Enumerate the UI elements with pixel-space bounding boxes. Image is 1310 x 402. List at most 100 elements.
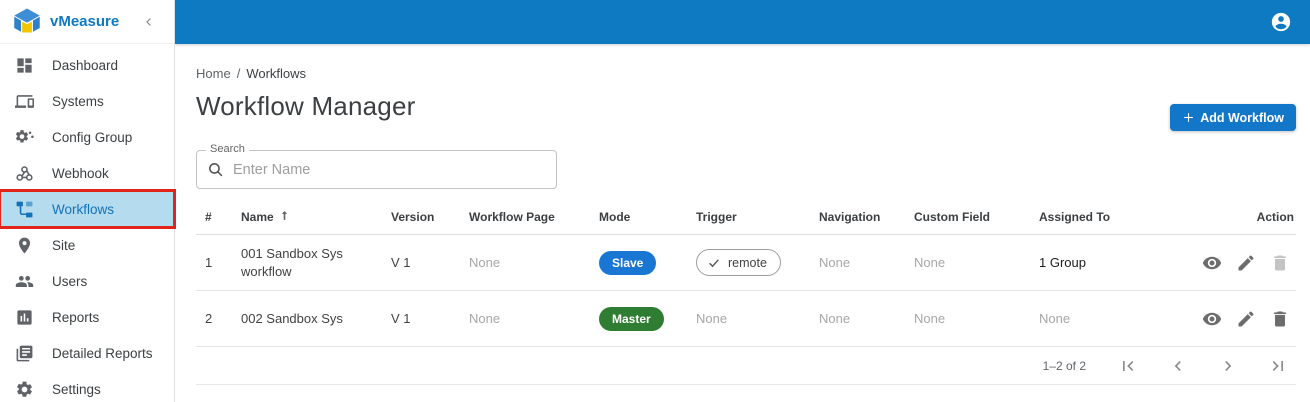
column-header-assigned-to[interactable]: Assigned To bbox=[1039, 210, 1196, 224]
sidebar-collapse-button[interactable] bbox=[142, 15, 164, 29]
sort-ascending-icon bbox=[281, 210, 287, 220]
workflow-page-cell: None bbox=[469, 311, 501, 326]
column-header--[interactable]: # bbox=[196, 210, 241, 224]
workflows-icon bbox=[15, 200, 34, 219]
row-number-cell: 1 bbox=[205, 255, 213, 270]
version-cell: V 1 bbox=[391, 255, 411, 270]
column-header-label: Trigger bbox=[696, 209, 737, 224]
sidebar-item-site[interactable]: Site bbox=[0, 227, 174, 263]
systems-icon bbox=[15, 92, 34, 111]
custom-field-cell: None bbox=[914, 255, 946, 270]
column-header-name[interactable]: Name bbox=[241, 209, 391, 225]
main-area: Home / Workflows Workflow Manager Add Wo… bbox=[175, 0, 1310, 402]
sidebar-item-users[interactable]: Users bbox=[0, 263, 174, 299]
sidebar-item-detailed-reports[interactable]: Detailed Reports bbox=[0, 335, 174, 371]
assigned-to-cell: 1 Group bbox=[1039, 255, 1086, 270]
sidebar-item-reports[interactable]: Reports bbox=[0, 299, 174, 335]
first-page-button[interactable] bbox=[1116, 354, 1140, 378]
custom-field-cell: None bbox=[914, 311, 946, 326]
sidebar-item-label: Dashboard bbox=[52, 57, 119, 73]
search-icon bbox=[207, 161, 224, 178]
sidebar-item-webhook[interactable]: Webhook bbox=[0, 155, 174, 191]
breadcrumb-home[interactable]: Home bbox=[196, 66, 231, 81]
sidebar-item-systems[interactable]: Systems bbox=[0, 83, 174, 119]
trigger-chip[interactable]: remote bbox=[696, 249, 781, 276]
column-header-label: Mode bbox=[599, 209, 631, 224]
account-circle-icon bbox=[1271, 12, 1291, 32]
chevron-right-icon bbox=[1225, 360, 1232, 371]
column-header-version[interactable]: Version bbox=[391, 210, 469, 224]
first-page-icon bbox=[1123, 360, 1134, 371]
app-window: vMeasure Dashboard Systems Config Group … bbox=[0, 0, 1310, 402]
sidebar-item-dashboard[interactable]: Dashboard bbox=[0, 47, 174, 83]
trigger-chip-label: remote bbox=[728, 255, 767, 270]
sidebar-item-workflows[interactable]: Workflows bbox=[0, 189, 176, 229]
sort-ascending-icon bbox=[278, 209, 291, 225]
table-row: 1 001 Sandbox Sys workflow V 1 None Slave rem… bbox=[196, 235, 1296, 291]
last-page-icon bbox=[1272, 360, 1283, 371]
breadcrumb-separator: / bbox=[236, 66, 241, 81]
mode-cell: Master bbox=[599, 306, 696, 331]
trigger-cell: None bbox=[696, 311, 728, 326]
dashboard-icon bbox=[17, 57, 32, 73]
column-header-action[interactable]: Action bbox=[1196, 210, 1296, 224]
sidebar-item-label: Reports bbox=[52, 309, 100, 325]
view-button[interactable] bbox=[1202, 253, 1222, 273]
column-header-label: Navigation bbox=[819, 209, 881, 224]
sidebar-item-label: Users bbox=[52, 273, 88, 289]
sidebar-item-config-group[interactable]: Config Group bbox=[0, 119, 174, 155]
column-header-label: Workflow Page bbox=[469, 209, 555, 224]
column-header-label: Name bbox=[241, 209, 274, 224]
settings-icon bbox=[17, 381, 32, 397]
users-icon bbox=[15, 272, 34, 291]
dashboard-icon bbox=[15, 56, 34, 75]
search-field-label: Search bbox=[206, 143, 249, 155]
sidebar-item-label: Settings bbox=[52, 381, 101, 397]
delete-button[interactable] bbox=[1270, 309, 1290, 329]
mode-badge: Master bbox=[599, 306, 664, 331]
row-number-cell: 2 bbox=[205, 311, 213, 326]
search-box bbox=[196, 150, 557, 189]
mode-cell: Slave bbox=[599, 250, 696, 275]
add-workflow-label: Add Workflow bbox=[1200, 110, 1284, 125]
account-button[interactable] bbox=[1270, 11, 1292, 33]
sidebar: vMeasure Dashboard Systems Config Group … bbox=[0, 0, 176, 402]
row-actions bbox=[1196, 253, 1294, 273]
last-page-button[interactable] bbox=[1266, 354, 1290, 378]
pencil-icon bbox=[1238, 310, 1254, 326]
search-input[interactable] bbox=[233, 161, 546, 178]
column-header-label: Action bbox=[1256, 209, 1294, 224]
navigation-cell: None bbox=[819, 255, 851, 270]
edit-button[interactable] bbox=[1236, 309, 1256, 329]
column-header-trigger[interactable]: Trigger bbox=[696, 210, 819, 224]
trash-icon bbox=[1274, 311, 1286, 326]
trash-icon bbox=[1274, 255, 1286, 270]
pagination-range-label: 1–2 of 2 bbox=[1042, 358, 1086, 373]
workflow-page-cell: None bbox=[469, 255, 501, 270]
sidebar-item-settings[interactable]: Settings bbox=[0, 371, 174, 402]
chevron-left-icon bbox=[1174, 360, 1181, 371]
edit-button[interactable] bbox=[1236, 253, 1256, 273]
breadcrumb: Home / Workflows bbox=[196, 66, 1296, 81]
column-header-mode[interactable]: Mode bbox=[599, 210, 696, 224]
table-row: 2 002 Sandbox Sys V 1 None Master None None Non… bbox=[196, 291, 1296, 347]
detailed-reports-icon bbox=[16, 345, 33, 361]
column-header-custom-field[interactable]: Custom Field bbox=[914, 210, 1039, 224]
add-workflow-button[interactable]: Add Workflow bbox=[1170, 104, 1296, 131]
eye-icon bbox=[1202, 312, 1222, 325]
action-cell bbox=[1196, 253, 1296, 273]
column-header-label: Custom Field bbox=[914, 209, 991, 224]
previous-page-button[interactable] bbox=[1166, 354, 1190, 378]
sidebar-item-label: Workflows bbox=[52, 201, 115, 217]
sidebar-item-label: Webhook bbox=[52, 165, 109, 181]
plus-icon bbox=[1184, 113, 1194, 122]
page-title: Workflow Manager bbox=[196, 91, 416, 121]
view-button[interactable] bbox=[1202, 309, 1222, 329]
reports-icon bbox=[17, 309, 32, 325]
column-header-navigation[interactable]: Navigation bbox=[819, 210, 914, 224]
column-header-workflow-page[interactable]: Workflow Page bbox=[469, 210, 599, 224]
workflow-table: # Name Version Workflow Page Mode Trigger Navi… bbox=[196, 199, 1296, 347]
next-page-button[interactable] bbox=[1216, 354, 1240, 378]
column-header-label: # bbox=[205, 209, 212, 224]
delete-button bbox=[1270, 253, 1290, 273]
